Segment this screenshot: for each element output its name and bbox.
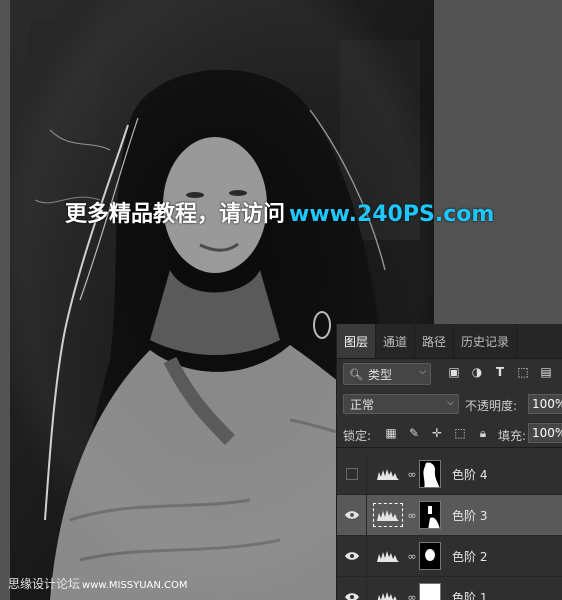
search-icon: 🔍︎: [349, 367, 363, 381]
lock-paint-icon[interactable]: ✎: [406, 425, 422, 441]
blend-mode-dropdown[interactable]: 正常 ⌵: [343, 394, 459, 414]
layer-row-selected[interactable]: ∞ 色阶 3: [337, 495, 562, 536]
chevron-down-icon: ⌵: [419, 367, 426, 377]
layer-mask-thumbnail[interactable]: [419, 501, 441, 529]
layer-name: 色阶 1: [452, 591, 488, 600]
lock-move-icon[interactable]: ✛: [429, 425, 445, 441]
lock-icons: ▦ ✎ ✛ ⬚ 🔒︎: [383, 425, 491, 441]
levels-adjustment-icon: [373, 503, 403, 527]
tab-layers[interactable]: 图层: [337, 324, 377, 358]
link-icon[interactable]: ∞: [407, 549, 417, 563]
divider: [366, 536, 367, 576]
credit-text: 思缘设计论坛 www.MISSYUAN.COM: [8, 575, 188, 592]
tab-paths[interactable]: 路径: [415, 324, 455, 358]
lock-row: 锁定: ▦ ✎ ✛ ⬚ 🔒︎ 填充: 100%: [337, 421, 562, 448]
layer-row[interactable]: ∞ 色阶 1: [337, 577, 562, 600]
type-filter-icon[interactable]: T: [493, 365, 507, 379]
shape-filter-icon[interactable]: ⬚: [516, 365, 530, 379]
watermark-url: www.240PS.com: [289, 202, 495, 227]
layer-name: 色阶 3: [452, 509, 488, 523]
credit-url: www.MISSYUAN.COM: [82, 580, 188, 591]
divider: [366, 495, 367, 535]
image-filter-icon[interactable]: ▣: [447, 365, 461, 379]
lock-transparent-icon[interactable]: ▦: [383, 425, 399, 441]
eye-icon[interactable]: [345, 508, 359, 522]
layer-mask-thumbnail[interactable]: [419, 583, 441, 600]
watermark-label: 更多精品教程，请访问: [65, 202, 286, 227]
layer-filter-dropdown[interactable]: 🔍︎ 类型 ⌵: [343, 363, 431, 385]
link-icon[interactable]: ∞: [407, 590, 417, 600]
blend-mode-value: 正常: [350, 397, 375, 412]
adjustment-filter-icon[interactable]: ◑: [470, 365, 484, 379]
layer-mask-thumbnail[interactable]: [419, 542, 441, 570]
layer-row[interactable]: ∞ 色阶 4: [337, 454, 562, 495]
link-icon[interactable]: ∞: [407, 467, 417, 481]
opacity-label: 不透明度:: [465, 399, 518, 413]
watermark-text: 更多精品教程，请访问 www.240PS.com: [65, 196, 494, 228]
lock-label: 锁定:: [343, 429, 372, 443]
fill-label: 填充:: [498, 429, 527, 443]
divider: [366, 577, 367, 600]
panel-tabs: 图层 通道 路径 历史记录: [337, 324, 562, 359]
layers-panel: 图层 通道 路径 历史记录 🔍︎ 类型 ⌵ ▣ ◑ T ⬚ ▤ 正常 ⌵ 不透明…: [336, 324, 562, 600]
layer-name: 色阶 2: [452, 550, 488, 564]
filter-row: 🔍︎ 类型 ⌵ ▣ ◑ T ⬚ ▤: [337, 360, 562, 388]
lock-all-icon[interactable]: 🔒︎: [475, 425, 491, 441]
tab-history[interactable]: 历史记录: [454, 324, 518, 358]
photoshop-workspace: 更多精品教程，请访问 www.240PS.com 思缘设计论坛 www.MISSYU…: [0, 0, 562, 600]
tab-channels[interactable]: 通道: [376, 324, 416, 358]
layer-name: 色阶 4: [452, 468, 488, 482]
layer-mask-thumbnail[interactable]: [419, 460, 441, 488]
layer-row[interactable]: ∞ 色阶 2: [337, 536, 562, 577]
fill-field[interactable]: 100%: [528, 423, 562, 443]
lock-artboard-icon[interactable]: ⬚: [452, 425, 468, 441]
eye-icon[interactable]: [345, 549, 359, 563]
credit-label: 思缘设计论坛: [8, 577, 81, 591]
levels-adjustment-icon: [373, 585, 403, 600]
divider: [366, 454, 367, 494]
chevron-down-icon: ⌵: [447, 398, 454, 408]
levels-adjustment-icon: [373, 544, 403, 568]
link-icon[interactable]: ∞: [407, 508, 417, 522]
visibility-toggle-off[interactable]: [346, 468, 358, 480]
eye-icon[interactable]: [345, 590, 359, 600]
levels-adjustment-icon: [373, 462, 403, 486]
blend-row: 正常 ⌵ 不透明度: 100%: [337, 392, 562, 418]
opacity-field[interactable]: 100%: [528, 394, 562, 414]
filter-type-label: 类型: [367, 367, 392, 382]
filter-icons: ▣ ◑ T ⬚ ▤: [447, 365, 553, 379]
smartobject-filter-icon[interactable]: ▤: [539, 365, 553, 379]
